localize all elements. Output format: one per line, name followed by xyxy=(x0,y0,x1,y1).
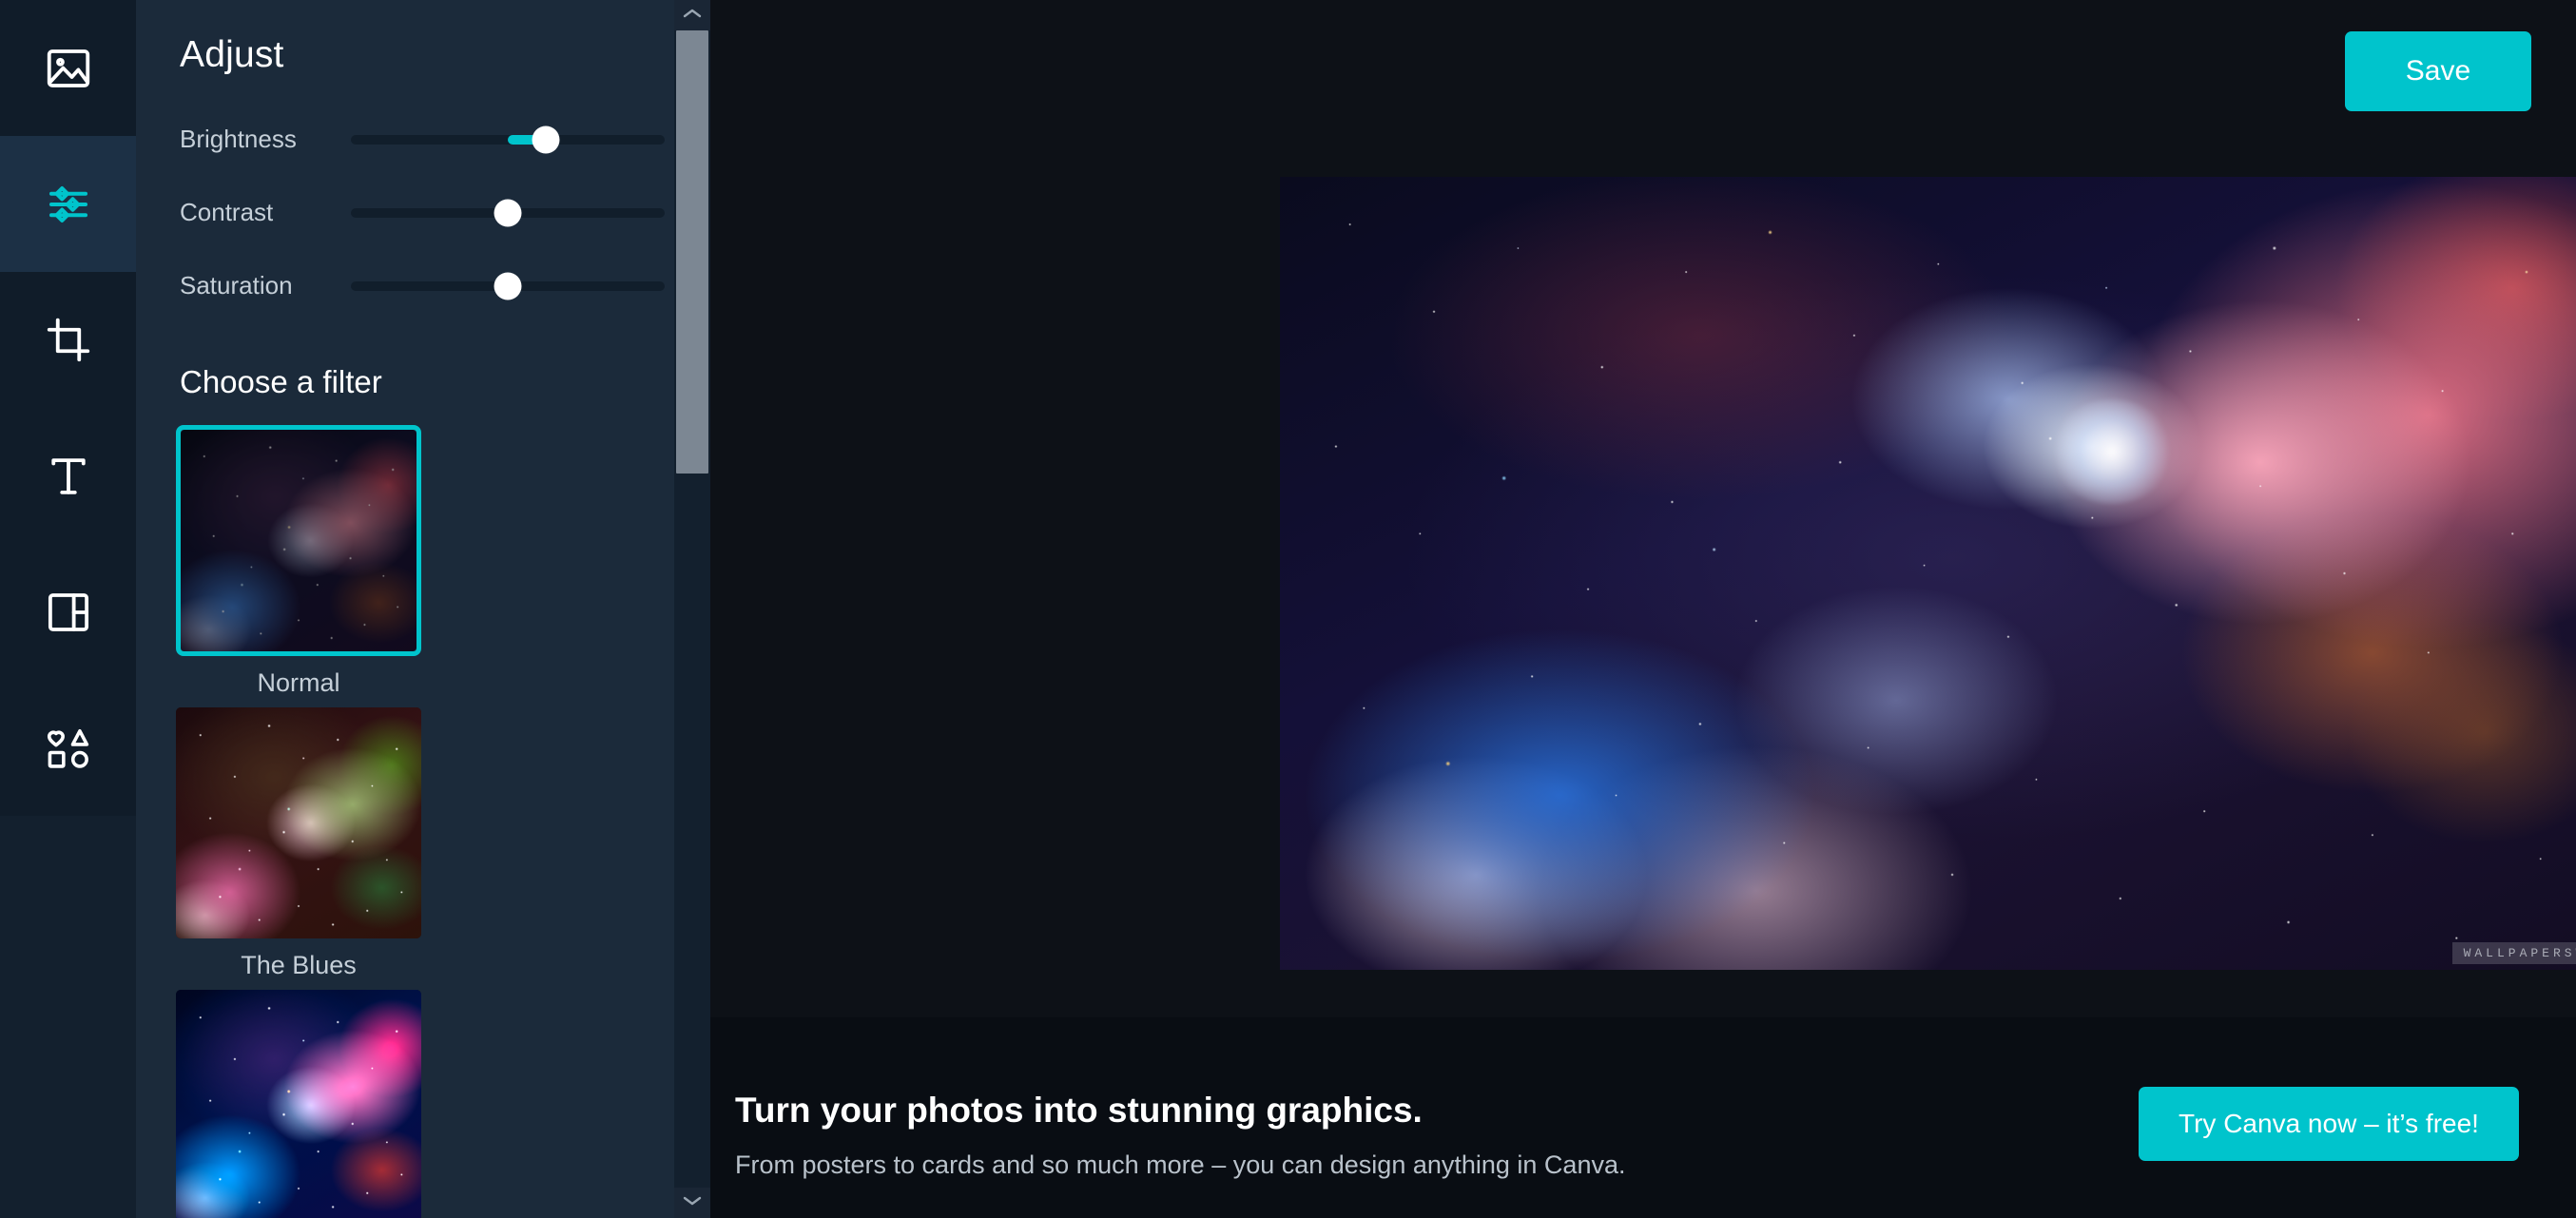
contrast-slider-thumb[interactable] xyxy=(494,199,522,226)
promo-subtext: From posters to cards and so much more –… xyxy=(735,1150,1626,1179)
chevron-up-icon xyxy=(682,7,703,25)
filter-thumbnail xyxy=(176,990,421,1218)
promo-banner: Turn your photos into stunning graphics.… xyxy=(710,1017,2576,1218)
saturation-slider[interactable] xyxy=(351,272,665,300)
filter-thumb-wrap xyxy=(176,990,421,1218)
filter-option-normal[interactable]: Normal xyxy=(176,425,449,698)
adjust-panel: Adjust Brightness Contrast Saturation Ch… xyxy=(136,0,710,1218)
try-canva-button[interactable]: Try Canva now – it’s free! xyxy=(2139,1087,2519,1161)
adjust-icon xyxy=(43,179,94,230)
slider-label-contrast: Contrast xyxy=(180,198,274,226)
text-icon xyxy=(43,451,94,502)
filter-thumb-wrap xyxy=(176,707,421,938)
slider-label-brightness: Brightness xyxy=(180,125,297,153)
sidebar-item-text[interactable] xyxy=(0,408,136,544)
sidebar-item-adjust[interactable] xyxy=(0,136,136,272)
chevron-down-icon xyxy=(682,1194,703,1212)
editor-main: Save WALLPAPERSWIDE.COM Turn your photos… xyxy=(710,0,2576,1218)
stars-overlay xyxy=(181,430,416,651)
contrast-slider[interactable] xyxy=(351,199,665,226)
scrollbar-thumb[interactable] xyxy=(676,30,708,474)
filter-grid: Normal The Blues xyxy=(136,400,710,1218)
photo-preview[interactable]: WALLPAPERSWIDE.COM xyxy=(1280,177,2576,970)
filter-thumb-wrap xyxy=(176,425,421,656)
brightness-slider[interactable] xyxy=(351,126,665,153)
stars-overlay xyxy=(176,707,421,938)
tool-rail xyxy=(0,0,136,1218)
star-cluster-glow xyxy=(2050,398,2175,504)
page-title: Adjust xyxy=(180,34,284,75)
filter-thumbnail xyxy=(176,707,421,938)
slider-row-saturation: Saturation xyxy=(180,249,710,322)
crop-icon xyxy=(43,315,94,366)
photo-watermark: WALLPAPERSWIDE.COM xyxy=(2451,942,2576,964)
canvas-area: Save WALLPAPERSWIDE.COM xyxy=(710,0,2576,1017)
filters-heading: Choose a filter xyxy=(180,364,382,399)
brightness-slider-thumb[interactable] xyxy=(532,126,560,153)
filter-label: The Blues xyxy=(241,951,357,979)
filter-thumbnail xyxy=(181,430,416,651)
saturation-slider-thumb[interactable] xyxy=(494,272,522,300)
sidebar-item-layout[interactable] xyxy=(0,544,136,680)
scroll-up-button[interactable] xyxy=(674,0,710,30)
filter-label: Normal xyxy=(257,668,340,697)
elements-icon xyxy=(43,723,94,774)
layout-icon xyxy=(43,587,94,638)
photo-stars-overlay xyxy=(1280,177,2576,970)
scrollbar-track[interactable] xyxy=(674,30,710,1188)
promo-headline: Turn your photos into stunning graphics. xyxy=(735,1091,1423,1130)
panel-scrollbar[interactable] xyxy=(674,0,710,1218)
sidebar-item-crop[interactable] xyxy=(0,272,136,408)
slider-row-contrast: Contrast xyxy=(180,176,710,249)
image-icon xyxy=(43,43,94,94)
adjust-sliders: Brightness Contrast Saturation xyxy=(136,103,710,322)
sidebar-item-image[interactable] xyxy=(0,0,136,136)
slider-label-saturation: Saturation xyxy=(180,271,293,300)
filter-option-edge[interactable]: Edge xyxy=(176,990,449,1218)
stars-overlay xyxy=(176,990,421,1218)
slider-row-brightness: Brightness xyxy=(180,103,710,176)
save-button[interactable]: Save xyxy=(2345,31,2531,111)
sidebar-item-elements[interactable] xyxy=(0,680,136,816)
filter-option-the-blues[interactable]: The Blues xyxy=(176,707,449,980)
photo-editor-app: Adjust Brightness Contrast Saturation Ch… xyxy=(0,0,2576,1218)
scroll-down-button[interactable] xyxy=(674,1188,710,1218)
